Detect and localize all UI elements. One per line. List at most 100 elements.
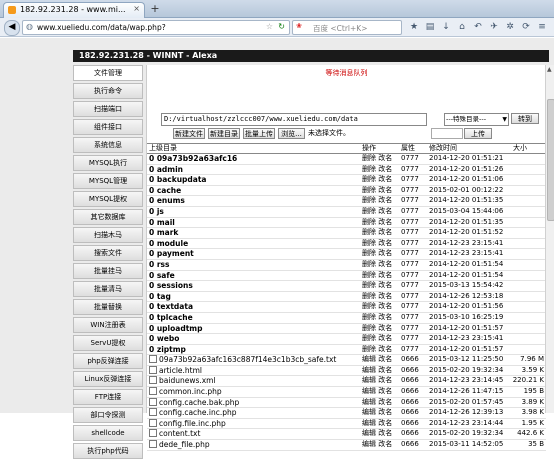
file-name[interactable]: dede_file.php (159, 440, 210, 449)
search-placeholder[interactable]: 百度 <Ctrl+K> (313, 23, 368, 34)
file-name-cell[interactable]: content.txt (149, 429, 200, 439)
send-icon[interactable]: ✈ (488, 21, 500, 33)
address-bar[interactable]: ◍ www.xueliedu.com/data/wap.php? ☆ ↻ (22, 20, 290, 35)
file-checkbox[interactable] (149, 429, 157, 438)
row-actions[interactable]: 删除 改名 (362, 196, 392, 206)
row-actions[interactable]: 删除 改名 (362, 345, 392, 355)
dir-name[interactable]: 0 ziptmp (149, 345, 186, 355)
row-actions[interactable]: 删除 改名 (362, 249, 392, 259)
file-checkbox[interactable] (149, 418, 157, 427)
dir-name[interactable]: 0 payment (149, 249, 194, 259)
dir-name[interactable]: 0 tag (149, 292, 171, 302)
dir-name[interactable]: 0 safe (149, 271, 175, 281)
file-name[interactable]: config.cache.bak.php (159, 398, 239, 407)
dir-name[interactable]: 0 textdata (149, 302, 193, 312)
file-name-cell[interactable]: dede_file.php (149, 440, 210, 450)
row-actions[interactable]: 删除 改名 (362, 165, 392, 175)
file-name-cell[interactable]: config.cache.inc.php (149, 408, 237, 418)
go-button[interactable]: 转到 (511, 113, 539, 124)
dir-name[interactable]: 0 module (149, 239, 188, 249)
sidebar-item[interactable]: MYSQL执行 (73, 155, 143, 171)
row-actions[interactable]: 删除 改名 (362, 154, 392, 164)
file-name-cell[interactable]: config.cache.bak.php (149, 397, 239, 408)
path-input[interactable]: D:/virtualhost/zzlccc007/www.xueliedu.co… (161, 113, 427, 126)
dir-name[interactable]: 0 webo (149, 334, 179, 344)
sync-icon[interactable]: ⟳ (520, 21, 532, 33)
dir-name[interactable]: 0 enums (149, 196, 185, 206)
dir-name[interactable]: 0 tplcache (149, 313, 193, 323)
bookmarks-list-icon[interactable]: ▤ (424, 21, 436, 33)
close-tab-icon[interactable]: × (133, 4, 140, 13)
bookmark-icon[interactable]: ★ (408, 21, 420, 33)
sidebar-item[interactable]: 组件接口 (73, 119, 143, 135)
row-actions[interactable]: 编辑 改名 (362, 355, 392, 365)
file-name[interactable]: article.html (159, 366, 202, 375)
row-actions[interactable]: 删除 改名 (362, 281, 392, 291)
sidebar-item[interactable]: php反弹连接 (73, 353, 143, 369)
scroll-up-icon[interactable]: ▲ (547, 66, 552, 73)
row-actions[interactable]: 删除 改名 (362, 186, 392, 196)
file-checkbox[interactable] (149, 365, 157, 374)
back-button[interactable]: ◀ (4, 20, 20, 36)
row-actions[interactable]: 编辑 改名 (362, 366, 392, 376)
new-file-button[interactable]: 新建文件 (173, 128, 205, 139)
dir-name[interactable]: 0 mark (149, 228, 178, 238)
special-dir-select[interactable]: ---特殊目录--- ▼ (444, 113, 509, 126)
file-name-cell[interactable]: config.file.inc.php (149, 418, 226, 429)
file-name[interactable]: baidunews.xml (159, 376, 216, 385)
new-tab-button[interactable]: + (148, 3, 162, 15)
row-actions[interactable]: 删除 改名 (362, 260, 392, 270)
row-actions[interactable]: 删除 改名 (362, 324, 392, 334)
bookmark-star-icon[interactable]: ☆ (266, 22, 273, 31)
row-actions[interactable]: 删除 改名 (362, 207, 392, 217)
batch-upload-button[interactable]: 批量上传 (243, 128, 275, 139)
sidebar-item[interactable]: shellcode (73, 425, 143, 441)
sidebar-item[interactable]: 文件管理 (73, 65, 143, 81)
row-actions[interactable]: 编辑 改名 (362, 429, 392, 439)
sidebar-item[interactable]: 执行php代码 (73, 443, 143, 459)
file-checkbox[interactable] (149, 387, 157, 396)
file-checkbox[interactable] (149, 376, 157, 385)
sidebar-item[interactable]: WIN注册表 (73, 317, 143, 333)
history-icon[interactable]: ↶ (472, 21, 484, 33)
row-actions[interactable]: 删除 改名 (362, 292, 392, 302)
menu-icon[interactable]: ≡ (536, 21, 548, 33)
row-actions[interactable]: 编辑 改名 (362, 408, 392, 418)
upload-button[interactable]: 上传 (464, 128, 492, 139)
dir-name[interactable]: 0 mail (149, 218, 175, 228)
vertical-scrollbar[interactable]: ▲ (545, 65, 554, 413)
dir-name[interactable]: 0 backupdata (149, 175, 206, 185)
parent-dir-link[interactable]: 上级目录 (149, 144, 177, 153)
addon-icon[interactable]: ✲ (504, 21, 516, 33)
browse-button[interactable]: 浏览... (278, 128, 305, 139)
file-name[interactable]: content.txt (159, 429, 200, 438)
dir-name[interactable]: 0 rss (149, 260, 169, 270)
row-actions[interactable]: 删除 改名 (362, 239, 392, 249)
row-actions[interactable]: 删除 改名 (362, 334, 392, 344)
upload-name-input[interactable] (431, 128, 463, 139)
home-icon[interactable]: ⌂ (456, 21, 468, 33)
row-actions[interactable]: 编辑 改名 (362, 398, 392, 408)
sidebar-item[interactable]: 批量清马 (73, 281, 143, 297)
dir-name[interactable]: 0 admin (149, 165, 183, 175)
sidebar-item[interactable]: MYSQL提权 (73, 191, 143, 207)
sidebar-item[interactable]: 扫描端口 (73, 101, 143, 117)
sidebar-item[interactable]: 扫描木马 (73, 227, 143, 243)
sidebar-item[interactable]: 批量替换 (73, 299, 143, 315)
file-name-cell[interactable]: article.html (149, 365, 202, 376)
sidebar-item[interactable]: FTP连接 (73, 389, 143, 405)
sidebar-item[interactable]: 执行命令 (73, 83, 143, 99)
row-actions[interactable]: 编辑 改名 (362, 376, 392, 386)
dir-name[interactable]: 0 sessions (149, 281, 193, 291)
row-actions[interactable]: 编辑 改名 (362, 419, 392, 429)
file-checkbox[interactable] (149, 440, 157, 449)
dir-name[interactable]: 0 js (149, 207, 164, 217)
row-actions[interactable]: 删除 改名 (362, 218, 392, 228)
row-actions[interactable]: 删除 改名 (362, 175, 392, 185)
file-name[interactable]: common.inc.php (159, 387, 222, 396)
sidebar-item[interactable]: MYSQL管理 (73, 173, 143, 189)
file-checkbox[interactable] (149, 397, 157, 406)
sidebar-item[interactable]: ServU提权 (73, 335, 143, 351)
download-icon[interactable]: ↓ (440, 21, 452, 33)
file-name-cell[interactable]: common.inc.php (149, 387, 222, 397)
